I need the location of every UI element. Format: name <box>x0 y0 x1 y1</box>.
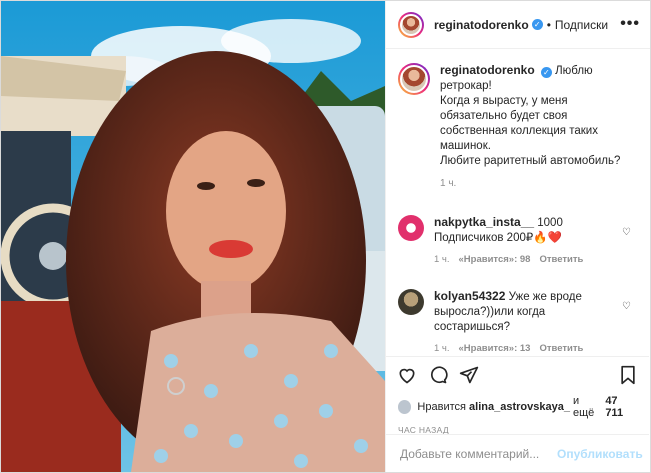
comment-likes[interactable]: «Нравится»: 98 <box>459 254 531 265</box>
comment-likes[interactable]: «Нравится»: 13 <box>459 343 531 354</box>
share-icon[interactable] <box>459 365 479 391</box>
likes-prefix: Нравится <box>417 401 466 413</box>
comment-username[interactable]: nakpytka_insta__ <box>434 215 534 229</box>
post: reginatodorenko ✓ • Подписки ••• reginat… <box>0 0 651 473</box>
comment-icon[interactable] <box>428 365 448 391</box>
likes-suffix: и ещё <box>573 395 595 419</box>
comment-meta: 1 ч. «Нравится»: 98 Ответить <box>434 254 604 265</box>
post-header: reginatodorenko ✓ • Подписки ••• <box>386 1 650 49</box>
comment-like-icon[interactable]: ♡ <box>622 301 631 312</box>
commenter-avatar[interactable] <box>398 215 424 241</box>
separator-dot: • <box>546 17 551 32</box>
reply-button[interactable]: Ответить <box>539 343 583 354</box>
post-photo[interactable] <box>1 1 385 472</box>
liker-username[interactable]: alina_astrovskaya_ <box>469 401 570 413</box>
caption: reginatodorenko ✓ Люблю ретрокар! Когда … <box>386 49 649 189</box>
post-timestamp[interactable]: ЧАС НАЗАД <box>386 417 649 435</box>
caption-time[interactable]: 1 ч. <box>440 178 625 189</box>
caption-body: reginatodorenko ✓ Люблю ретрокар! Когда … <box>440 63 625 169</box>
comments-list[interactable]: reginatodorenko ✓ Люблю ретрокар! Когда … <box>386 49 649 354</box>
comment-item: nakpytka_insta__ 1000 Подписчиков 200₽🔥❤… <box>386 215 649 265</box>
header-username[interactable]: reginatodorenko <box>434 18 529 32</box>
heart-icon[interactable] <box>397 365 417 391</box>
comment-username[interactable]: kolyan54322 <box>434 289 505 303</box>
comment-like-icon[interactable]: ♡ <box>622 227 631 238</box>
post-sidebar: reginatodorenko ✓ • Подписки ••• reginat… <box>385 1 650 472</box>
verified-icon: ✓ <box>531 19 543 30</box>
comment-time[interactable]: 1 ч. <box>434 254 450 265</box>
commenter-avatar[interactable] <box>398 289 424 315</box>
caption-username[interactable]: reginatodorenko <box>440 63 535 77</box>
photo-image <box>1 1 385 472</box>
comment-body: nakpytka_insta__ 1000 Подписчиков 200₽🔥❤… <box>434 215 604 246</box>
comment-meta: 1 ч. «Нравится»: 13 Ответить <box>434 343 604 354</box>
caption-avatar[interactable] <box>398 63 430 95</box>
caption-text: Люблю ретрокар! Когда я вырасту, у меня … <box>440 65 621 167</box>
avatar[interactable] <box>398 11 424 38</box>
liker-avatar[interactable] <box>398 400 412 414</box>
comment-input[interactable] <box>398 446 557 462</box>
more-options-icon[interactable]: ••• <box>620 15 640 33</box>
comment-item: kolyan54322 Уже же вроде выросла?))или к… <box>386 289 649 354</box>
publish-button[interactable]: Опубликовать <box>557 447 643 461</box>
comment-body: kolyan54322 Уже же вроде выросла?))или к… <box>434 289 604 335</box>
action-icons <box>386 357 649 397</box>
reply-button[interactable]: Ответить <box>539 254 583 265</box>
likes-count[interactable]: 47 711 <box>605 395 637 419</box>
following-button[interactable]: Подписки <box>555 18 608 32</box>
comment-time[interactable]: 1 ч. <box>434 343 450 354</box>
likes-summary: Нравится alina_astrovskaya_ и ещё 47 711 <box>386 395 649 419</box>
bookmark-icon[interactable] <box>619 365 637 391</box>
post-actions: Нравится alina_astrovskaya_ и ещё 47 711… <box>386 356 649 435</box>
add-comment-bar: Опубликовать <box>386 434 649 473</box>
verified-icon: ✓ <box>540 67 552 78</box>
